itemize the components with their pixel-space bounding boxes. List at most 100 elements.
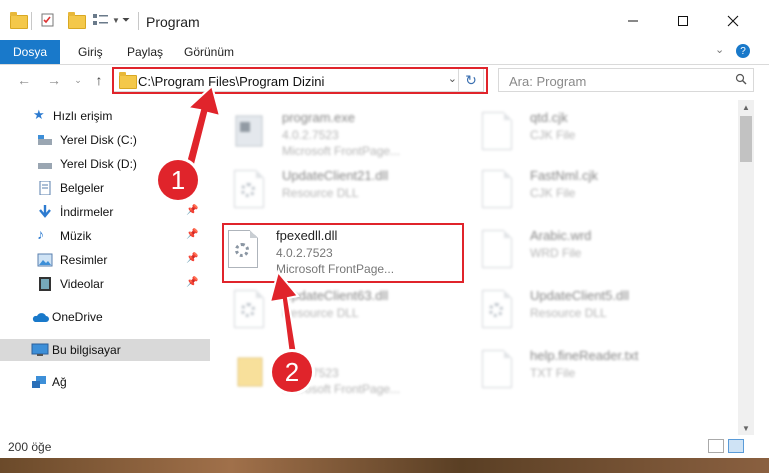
dll-file-icon [228, 230, 260, 270]
file-type: CJK File [530, 186, 576, 200]
scroll-down-icon[interactable]: ▼ [738, 421, 754, 435]
maximize-button[interactable] [660, 8, 706, 34]
sidebar-item-this-pc[interactable]: Bu bilgisayar [0, 339, 210, 361]
folder-file-icon [234, 350, 266, 390]
file-tile[interactable]: UpdateClient5.dll Resource DLL [468, 284, 708, 340]
recent-locations-icon[interactable]: ⌄ [68, 71, 88, 89]
address-dropdown-icon[interactable]: ⌄ [448, 72, 457, 85]
file-name: UpdateClient5.dll [530, 288, 630, 303]
file-name: qtd.cjk [530, 110, 568, 125]
address-path: C:\Program Files\Program Dizini [138, 74, 325, 89]
new-folder-icon[interactable] [68, 10, 86, 30]
toolbar-divider [31, 12, 32, 30]
file-description: Microsoft FrontPage... [276, 262, 395, 276]
file-type: WRD File [530, 246, 582, 260]
folder-icon [119, 72, 137, 89]
properties-icon[interactable] [40, 10, 56, 30]
sidebar-item-label: Müzik [60, 229, 92, 243]
file-tile-fpexedll[interactable]: fpexedll.dll 4.0.2.7523 Microsoft FrontP… [214, 224, 454, 280]
file-name: UpdateClient63.dll [282, 288, 389, 303]
sidebar-item-network[interactable]: Ağ [0, 371, 210, 393]
file-icon [482, 350, 514, 390]
tab-file[interactable]: Dosya [0, 40, 60, 64]
customize-toolbar-icon[interactable]: ⏷ [122, 10, 130, 30]
music-icon: ♪ [37, 226, 44, 242]
file-type: TXT File [530, 366, 576, 380]
tiles-view-icon[interactable] [728, 439, 744, 453]
sidebar-item-local-disk-c[interactable]: Yerel Disk (C:) [0, 129, 210, 151]
quick-access-folder-icon[interactable] [10, 10, 28, 30]
sidebar-item-label: Belgeler [60, 181, 105, 195]
tab-home[interactable]: Giriş [78, 45, 103, 59]
computer-icon [31, 343, 49, 357]
file-name: help.fineReader.txt [530, 348, 639, 363]
dll-file-icon [234, 290, 266, 330]
window-title: Program [146, 14, 200, 30]
file-tile[interactable]: UpdateClient21.dll Resource DLL [220, 164, 460, 220]
search-icon [735, 73, 747, 88]
file-tile[interactable]: Arabic.wrd WRD File [468, 224, 708, 280]
tab-view[interactable]: Görünüm [184, 45, 234, 59]
close-button[interactable] [710, 8, 756, 34]
sidebar-item-videos[interactable]: Videolar 📌 [0, 273, 210, 295]
file-icon [482, 170, 514, 210]
file-name: UpdateClient21.dll [282, 168, 389, 183]
forward-icon[interactable]: → [44, 71, 64, 89]
address-bar[interactable]: C:\Program Files\Program Dizini ⌄ ↻ [112, 68, 484, 92]
scroll-up-icon[interactable]: ▲ [738, 100, 754, 114]
vertical-scrollbar[interactable]: ▲ ▼ [738, 100, 754, 435]
drive-icon [37, 157, 53, 171]
navigation-bar: ← → ⌄ ↑ C:\Program Files\Program Dizini … [0, 65, 769, 95]
file-tile[interactable]: qtd.cjk CJK File [468, 106, 708, 162]
file-name: fpexedll.dll [276, 228, 338, 243]
pin-icon[interactable]: 📌 [186, 229, 198, 240]
sidebar-item-downloads[interactable]: İndirmeler 📌 [0, 201, 210, 223]
file-tile[interactable]: program.exe 4.0.2.7523 Microsoft FrontPa… [220, 106, 460, 162]
scroll-thumb[interactable] [740, 116, 752, 162]
video-icon [37, 277, 53, 291]
view-options-icon[interactable]: ▼ [92, 10, 120, 30]
navigation-pane: ★ Hızlı erişim Yerel Disk (C:) Yerel Dis… [0, 100, 210, 435]
file-type: Resource DLL [530, 306, 607, 320]
file-name: FastNml.cjk [530, 168, 598, 183]
sidebar-item-music[interactable]: ♪ Müzik 📌 [0, 225, 210, 247]
step-1-badge: 1 [158, 160, 198, 200]
file-icon [482, 112, 514, 152]
help-icon[interactable]: ? [736, 44, 750, 58]
cloud-icon [31, 310, 49, 324]
title-bar: ▼ ⏷ Program [0, 0, 769, 40]
file-name: program.exe [282, 110, 355, 125]
file-type: Resource DLL [282, 186, 359, 200]
search-placeholder: Ara: Program [509, 74, 587, 89]
step-2-badge: 2 [272, 352, 312, 392]
up-icon[interactable]: ↑ [89, 71, 109, 89]
file-tile[interactable]: 4.0.2.7523 Microsoft FrontPage... [220, 344, 460, 400]
pin-icon[interactable]: 📌 [186, 277, 198, 288]
sidebar-item-label: Yerel Disk (C:) [60, 133, 137, 147]
explorer-window: ▼ ⏷ Program Dosya Giriş Paylaş Görünüm ⌄… [0, 0, 769, 458]
desktop-background [0, 458, 769, 473]
file-tile[interactable]: UpdateClient63.dll Resource DLL [220, 284, 460, 340]
ribbon-tabs: Dosya Giriş Paylaş Görünüm ⌄ ? [0, 40, 769, 65]
file-type: CJK File [530, 128, 576, 142]
expand-ribbon-icon[interactable]: ⌄ [715, 43, 724, 56]
details-view-icon[interactable] [708, 439, 724, 453]
pin-icon[interactable]: 📌 [186, 205, 198, 216]
pictures-icon [37, 253, 53, 267]
back-icon[interactable]: ← [14, 71, 34, 89]
star-icon: ★ [33, 107, 45, 122]
sidebar-item-onedrive[interactable]: OneDrive [0, 306, 210, 328]
file-icon [482, 230, 514, 270]
file-type: Resource DLL [282, 306, 359, 320]
pin-icon[interactable]: 📌 [186, 253, 198, 264]
minimize-button[interactable] [610, 8, 656, 34]
sidebar-item-pictures[interactable]: Resimler 📌 [0, 249, 210, 271]
sidebar-item-quick-access[interactable]: ★ Hızlı erişim [0, 105, 210, 127]
search-box[interactable]: Ara: Program [498, 68, 754, 92]
file-tile[interactable]: help.fineReader.txt TXT File [468, 344, 708, 400]
status-bar: 200 öğe [0, 436, 769, 458]
tab-share[interactable]: Paylaş [127, 45, 163, 59]
sidebar-item-label: Hızlı erişim [53, 109, 113, 123]
file-tile[interactable]: FastNml.cjk CJK File [468, 164, 708, 220]
refresh-icon[interactable]: ↻ [458, 69, 483, 91]
